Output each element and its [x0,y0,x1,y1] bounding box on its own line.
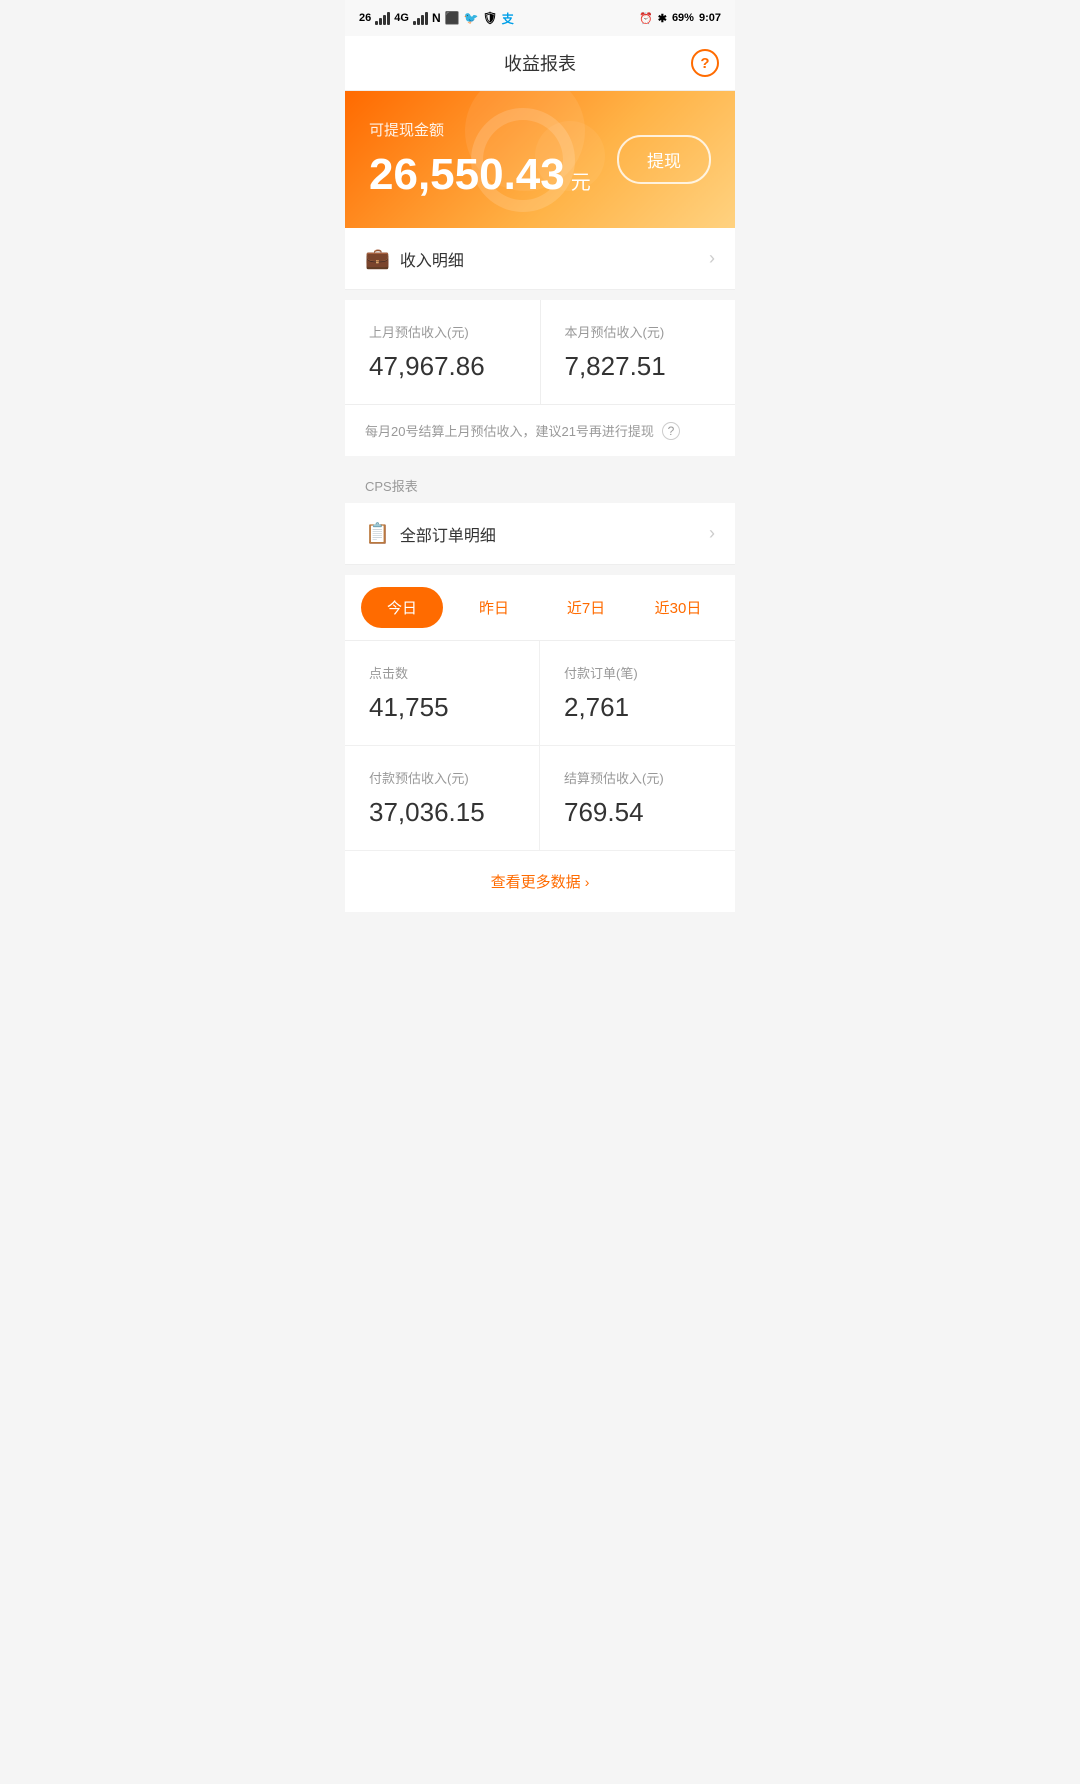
hero-banner: 可提现金额 26,550.43 元 提现 [345,91,735,228]
payment-income-value: 37,036.15 [369,797,515,828]
orders-label: 付款订单(笔) [564,663,711,682]
income-detail-icon: 💼 [365,246,390,271]
orders-value: 2,761 [564,692,711,723]
data-cell-clicks: 点击数 41,755 [345,641,540,746]
cps-section-header: CPS报表 [345,464,735,503]
order-detail-arrow: › [709,523,715,544]
settled-income-value: 769.54 [564,797,711,828]
spacer-1 [345,290,735,300]
payment-income-label: 付款预估收入(元) [369,768,515,787]
data-cell-settled-income: 结算预估收入(元) 769.54 [540,746,735,850]
this-month-value: 7,827.51 [565,351,712,382]
settled-income-label: 结算预估收入(元) [564,768,711,787]
data-cell-orders: 付款订单(笔) 2,761 [540,641,735,746]
pay-icon: 支 [502,10,514,27]
data-grid: 点击数 41,755 付款订单(笔) 2,761 付款预估收入(元) 37,03… [345,641,735,850]
more-link[interactable]: 查看更多数据 › [491,874,590,891]
time-label: 9:07 [699,12,721,24]
income-detail-arrow: › [709,248,715,269]
tab-today[interactable]: 今日 [361,587,443,628]
battery-label: 69% [672,12,694,24]
income-detail-row[interactable]: 💼 收入明细 › [345,228,735,290]
nav-bar: 收益报表 ? [345,36,735,91]
bluetooth-icon: ✱ [658,12,667,25]
last-month-value: 47,967.86 [369,351,516,382]
more-link-label: 查看更多数据 [491,874,581,891]
notice-help-button[interactable]: ? [662,422,680,440]
help-icon: ? [700,55,709,72]
income-detail-label: 收入明细 [400,247,709,271]
alarm-icon: ⏰ [639,12,653,25]
carrier-label: 26 [359,12,371,24]
data-cell-payment-income: 付款预估收入(元) 37,036.15 [345,746,540,850]
clicks-label: 点击数 [369,663,515,682]
order-detail-row[interactable]: 📋 全部订单明细 › [345,503,735,565]
stats-grid: 上月预估收入(元) 47,967.86 本月预估收入(元) 7,827.51 [345,300,735,405]
network-type: 4G [394,12,409,24]
bird-icon: 🐦 [464,11,479,25]
help-button[interactable]: ? [691,49,719,77]
tab-7days[interactable]: 近7日 [545,587,627,628]
nfc-icon: N [432,11,441,25]
clicks-value: 41,755 [369,692,515,723]
order-detail-label: 全部订单明细 [400,522,709,546]
more-link-section: 查看更多数据 › [345,850,735,912]
more-link-chevron: › [585,874,590,890]
notice-bar: 每月20号结算上月预估收入，建议21号再进行提现 ? [345,405,735,464]
tab-30days[interactable]: 近30日 [637,587,719,628]
spacer-2 [345,565,735,575]
tab-yesterday[interactable]: 昨日 [453,587,535,628]
last-month-label: 上月预估收入(元) [369,322,516,341]
status-left: 26 4G N ⬛ 🐦 🛡 支 [359,10,514,27]
last-month-cell: 上月预估收入(元) 47,967.86 [345,300,540,404]
page-title: 收益报表 [504,50,576,76]
this-month-cell: 本月预估收入(元) 7,827.51 [540,300,736,404]
notification-icon: ⬛ [445,11,460,25]
signal-bars-2 [413,11,428,25]
signal-bars [375,11,390,25]
withdraw-button[interactable]: 提现 [617,135,711,184]
status-right: ⏰ ✱ 69% 9:07 [639,12,721,25]
tabs-row: 今日 昨日 近7日 近30日 [345,575,735,641]
status-bar: 26 4G N ⬛ 🐦 🛡 支 ⏰ ✱ 69% 9:07 [345,0,735,36]
order-detail-icon: 📋 [365,521,390,546]
this-month-label: 本月预估收入(元) [565,322,712,341]
notice-text: 每月20号结算上月预估收入，建议21号再进行提现 [365,421,654,440]
shield-icon: 🛡 [483,11,498,25]
